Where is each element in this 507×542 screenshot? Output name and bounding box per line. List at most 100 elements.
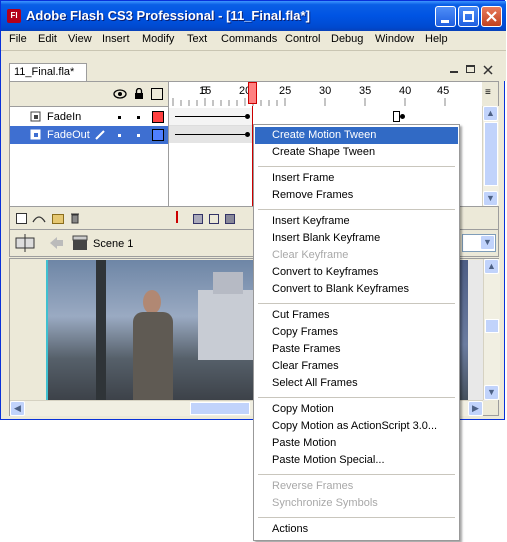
menu-item-convert-to-blank-keyframes[interactable]: Convert to Blank Keyframes: [255, 281, 458, 298]
menu-window[interactable]: Window: [375, 33, 414, 45]
scroll-thumb[interactable]: [484, 122, 498, 186]
menu-separator: [258, 166, 455, 167]
menu-item-insert-keyframe[interactable]: Insert Keyframe: [255, 213, 458, 230]
menu-item-copy-motion-actionscript[interactable]: Copy Motion as ActionScript 3.0...: [255, 418, 458, 435]
document-tab-label: 11_Final.fla*: [14, 66, 75, 78]
add-motion-guide-icon[interactable]: [32, 212, 46, 224]
minimize-button[interactable]: [435, 6, 456, 27]
maximize-button[interactable]: [458, 6, 479, 27]
layer-icon: [30, 129, 41, 140]
scroll-down-icon[interactable]: ▼: [484, 385, 499, 400]
lock-dot[interactable]: [137, 134, 140, 137]
menu-modify[interactable]: Modify: [142, 33, 174, 45]
minimize-icon: [441, 20, 449, 23]
menu-debug[interactable]: Debug: [331, 33, 363, 45]
onion-skin-outlines-icon[interactable]: [209, 214, 219, 224]
menu-separator: [258, 303, 455, 304]
menu-item-paste-motion[interactable]: Paste Motion: [255, 435, 458, 452]
window-title: Adobe Flash CS3 Professional - [11_Final…: [26, 8, 310, 23]
frame-number-40: 40: [399, 85, 412, 97]
timeline-menu-icon[interactable]: ≡: [485, 87, 491, 98]
visibility-dot[interactable]: [118, 116, 121, 119]
menu-item-clear-frames[interactable]: Clear Frames: [255, 358, 458, 375]
menu-item-select-all-frames[interactable]: Select All Frames: [255, 375, 458, 392]
menu-item-copy-motion[interactable]: Copy Motion: [255, 401, 458, 418]
menu-item-clear-keyframe: Clear Keyframe: [272, 249, 349, 261]
stage-vscroll[interactable]: ▲ ▼: [483, 259, 500, 400]
frame-number-15: 15: [199, 85, 212, 97]
close-doc-icon[interactable]: [483, 65, 493, 75]
menu-item-remove-frames[interactable]: Remove Frames: [255, 187, 458, 204]
minimize-doc-icon[interactable]: [450, 71, 458, 73]
tween-arrow: [175, 116, 245, 117]
playhead[interactable]: [248, 82, 257, 104]
timeline-toggle-icon[interactable]: [14, 233, 36, 253]
restore-doc-icon[interactable]: [466, 65, 475, 73]
frame-ruler[interactable]: 5 15 20 25 30 35 40 45: [168, 82, 482, 106]
scroll-left-icon[interactable]: ◀: [10, 401, 25, 416]
insert-folder-icon[interactable]: [52, 214, 64, 224]
menu-item-cut-frames[interactable]: Cut Frames: [255, 307, 458, 324]
scene-icon: [72, 235, 88, 250]
menu-item-convert-to-keyframes[interactable]: Convert to Keyframes: [255, 264, 458, 281]
context-menu: Create Motion Tween Create Shape Tween I…: [253, 124, 460, 541]
menu-separator: [258, 517, 455, 518]
scroll-down-icon[interactable]: ▼: [483, 191, 498, 206]
menu-text[interactable]: Text: [187, 33, 207, 45]
chevron-down-icon[interactable]: ▼: [480, 235, 495, 250]
layer-color-swatch[interactable]: [152, 111, 164, 123]
timeline-vscroll[interactable]: ▲ ▼: [482, 106, 499, 206]
menu-separator: [258, 474, 455, 475]
menu-view[interactable]: View: [68, 33, 92, 45]
eye-icon[interactable]: [113, 89, 127, 99]
keyframe-dot: [245, 114, 250, 119]
outline-icon[interactable]: [151, 88, 163, 100]
tween-span-fadein[interactable]: [169, 108, 253, 126]
scroll-thumb[interactable]: [485, 319, 499, 333]
close-icon: [486, 11, 497, 22]
back-arrow-icon[interactable]: [48, 236, 64, 250]
tween-span-fadeout[interactable]: [169, 126, 253, 143]
menu-item-reverse-frames: Reverse Frames: [272, 480, 354, 492]
menu-item-create-shape-tween[interactable]: Create Shape Tween: [255, 144, 458, 161]
lock-dot[interactable]: [137, 116, 140, 119]
menu-insert[interactable]: Insert: [102, 33, 130, 45]
title-bar[interactable]: Fl Adobe Flash CS3 Professional - [11_Fi…: [1, 1, 506, 31]
stage-photo: [48, 260, 268, 401]
menu-item-insert-frame[interactable]: Insert Frame: [255, 170, 458, 187]
menu-item-paste-motion-special[interactable]: Paste Motion Special...: [255, 452, 458, 469]
onion-skin-icon[interactable]: [193, 214, 203, 224]
menu-item-insert-blank-keyframe[interactable]: Insert Blank Keyframe: [255, 230, 458, 247]
layer-icon: [30, 111, 41, 122]
visibility-dot[interactable]: [118, 134, 121, 137]
menu-item-paste-frames[interactable]: Paste Frames: [255, 341, 458, 358]
photo-person-body: [133, 312, 173, 401]
menu-edit[interactable]: Edit: [38, 33, 57, 45]
menu-item-copy-frames[interactable]: Copy Frames: [255, 324, 458, 341]
zoom-dropdown[interactable]: ▼: [462, 234, 496, 252]
document-tab[interactable]: 11_Final.fla*: [9, 63, 87, 81]
menu-item-actions[interactable]: Actions: [255, 521, 458, 538]
center-frame-icon[interactable]: [176, 211, 178, 223]
menu-file[interactable]: File: [9, 33, 27, 45]
trash-icon[interactable]: [70, 212, 80, 224]
layer-color-swatch[interactable]: [152, 129, 164, 141]
layer-row-fadeout[interactable]: FadeOut: [10, 126, 168, 144]
lock-icon[interactable]: [134, 88, 144, 100]
menu-help[interactable]: Help: [425, 33, 448, 45]
menu-commands[interactable]: Commands: [221, 33, 277, 45]
close-button[interactable]: [481, 6, 502, 27]
menu-separator: [258, 397, 455, 398]
scroll-right-icon[interactable]: ▶: [468, 401, 483, 416]
insert-layer-icon[interactable]: [16, 213, 27, 224]
scroll-thumb[interactable]: [190, 402, 250, 415]
scroll-up-icon[interactable]: ▲: [484, 259, 499, 274]
tween-arrow: [175, 134, 245, 135]
edit-multiple-frames-icon[interactable]: [225, 214, 235, 224]
keyframe-dot: [245, 132, 250, 137]
scroll-up-icon[interactable]: ▲: [483, 106, 498, 121]
layer-row-fadein[interactable]: FadeIn: [10, 108, 168, 126]
scene-label[interactable]: Scene 1: [93, 238, 133, 250]
menu-item-create-motion-tween[interactable]: Create Motion Tween: [255, 127, 458, 144]
menu-control[interactable]: Control: [285, 33, 320, 45]
